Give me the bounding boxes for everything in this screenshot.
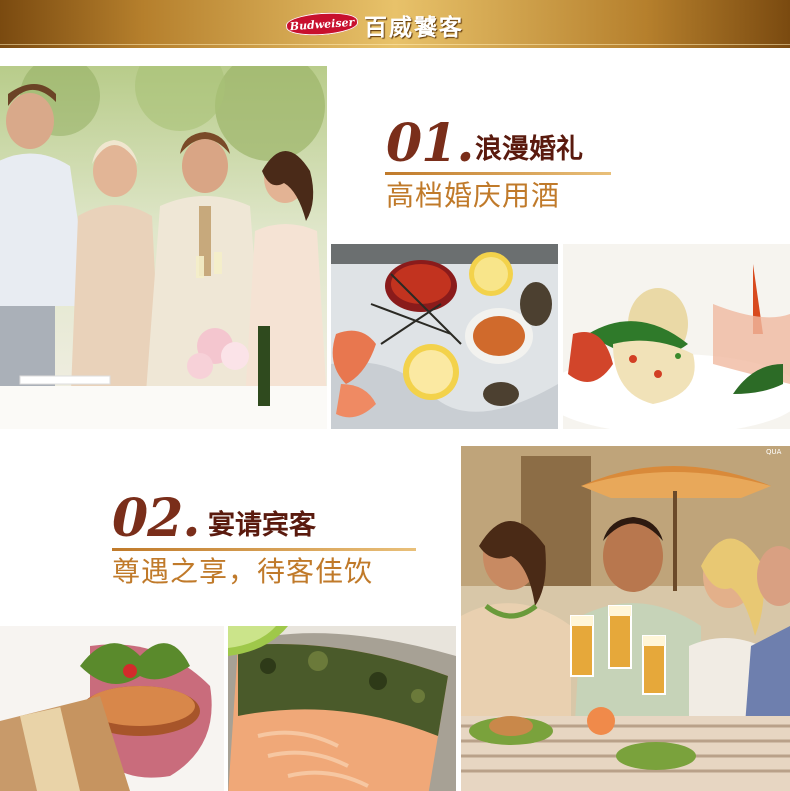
plated-dish-photo bbox=[0, 626, 224, 791]
seafood-platter-photo bbox=[331, 244, 558, 429]
section-2-title: 宴请宾客 bbox=[208, 510, 316, 541]
section-1-number: 01. bbox=[386, 113, 474, 174]
section-2-number: 02. bbox=[112, 488, 200, 549]
section-1-underline bbox=[385, 172, 611, 175]
section-1-title: 浪漫婚礼 bbox=[475, 134, 583, 165]
header-rule bbox=[0, 44, 790, 45]
grilled-salmon-photo bbox=[228, 626, 456, 791]
wedding-toast-photo bbox=[0, 66, 327, 429]
friends-toast-photo: QUA bbox=[461, 446, 790, 791]
section-2-underline bbox=[112, 548, 416, 551]
watermark: QUA bbox=[766, 448, 782, 456]
logo-text: Budweiser bbox=[288, 16, 356, 34]
gourmet-dish-photo bbox=[563, 244, 790, 429]
section-1-subtitle: 高档婚庆用酒 bbox=[386, 179, 561, 212]
section-2-subtitle: 尊遇之享，待客佳饮 bbox=[112, 555, 374, 588]
brand-name: 百威饕客 bbox=[364, 14, 464, 41]
